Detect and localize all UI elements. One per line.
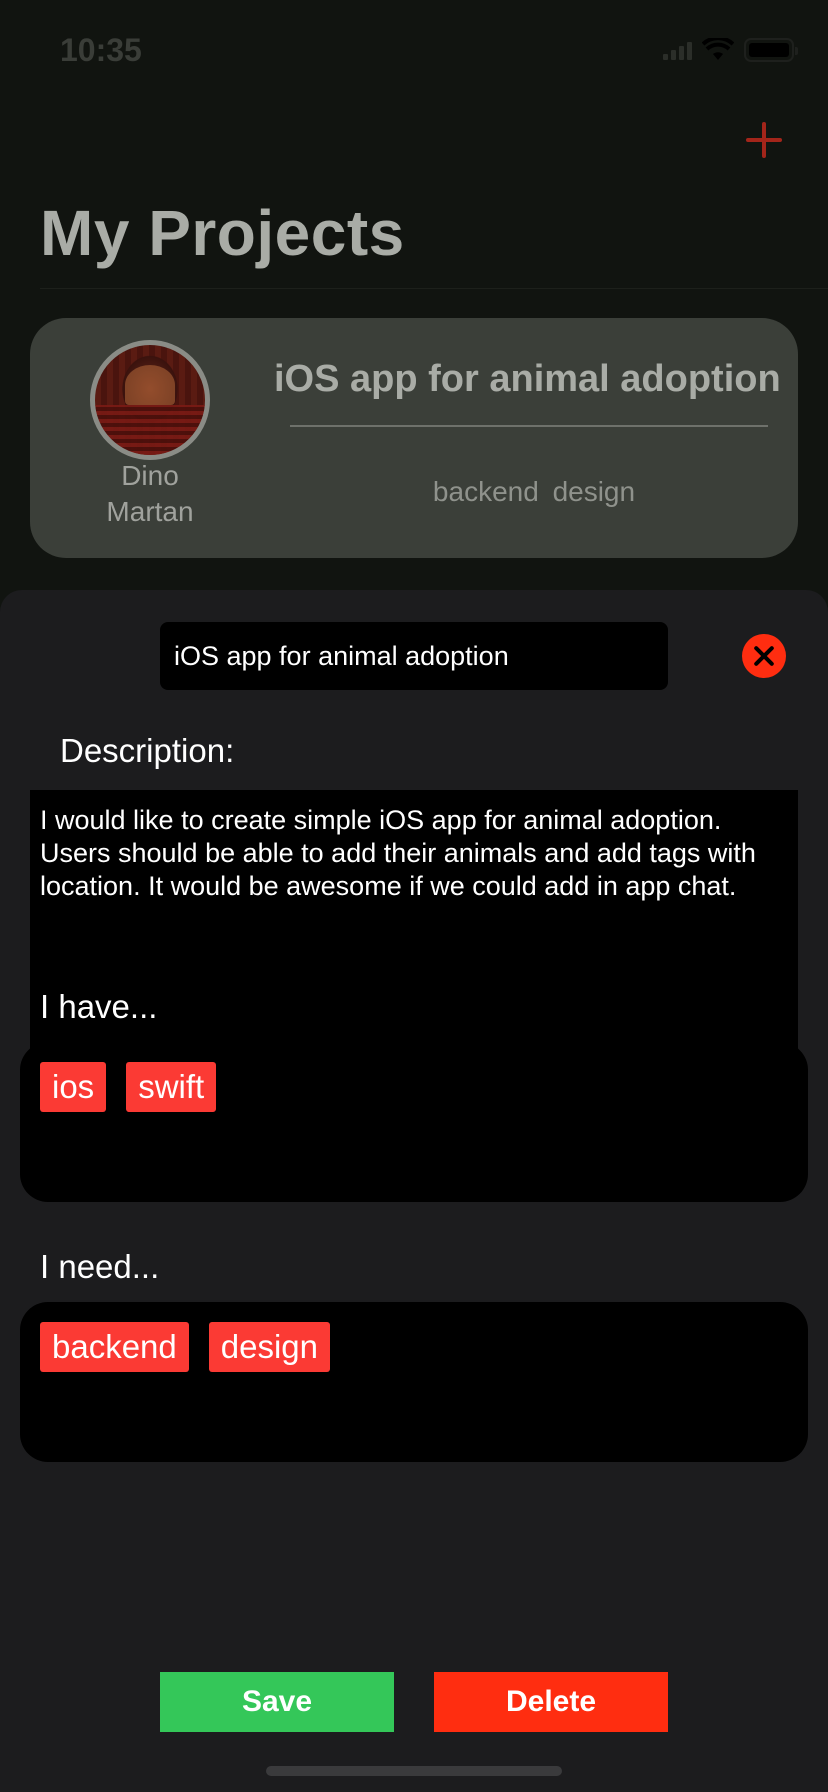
title-divider	[40, 288, 828, 289]
have-tag[interactable]: swift	[126, 1062, 217, 1112]
save-button[interactable]: Save	[160, 1672, 394, 1732]
have-tag[interactable]: ios	[40, 1062, 107, 1112]
delete-button[interactable]: Delete	[434, 1672, 668, 1732]
owner-last-name: Martan	[106, 496, 194, 527]
page-title: My Projects	[40, 197, 405, 269]
owner-name: Dino Martan	[60, 458, 240, 530]
need-tag[interactable]: backend	[40, 1322, 189, 1372]
need-tags-box[interactable]: backend design	[20, 1302, 808, 1462]
description-label: Description:	[60, 732, 235, 769]
cellular-signal-icon	[663, 40, 692, 60]
card-divider	[290, 425, 768, 427]
status-bar: 10:35	[0, 0, 828, 100]
edit-project-sheet: iOS app for animal adoption Description:…	[0, 590, 828, 1792]
have-label: I have...	[40, 988, 158, 1025]
project-name-field[interactable]: iOS app for animal adoption	[160, 622, 668, 690]
wifi-icon	[702, 38, 734, 60]
home-indicator	[266, 1766, 562, 1776]
close-icon[interactable]	[742, 634, 786, 678]
projects-screen: 10:35 My Projects Dino Martan iOS app fo…	[0, 0, 828, 620]
status-icons	[663, 38, 798, 62]
need-tag[interactable]: design	[208, 1322, 331, 1372]
add-project-button[interactable]	[744, 120, 784, 160]
need-label: I need...	[40, 1248, 160, 1285]
avatar	[90, 340, 210, 460]
owner-first-name: Dino	[121, 460, 179, 491]
have-tags-box[interactable]: ios swift	[20, 1042, 808, 1202]
status-time: 10:35	[60, 32, 142, 68]
card-project-title: iOS app for animal adoption	[274, 358, 781, 400]
battery-icon	[744, 38, 798, 62]
project-card[interactable]: Dino Martan iOS app for animal adoption …	[30, 318, 798, 558]
card-tags: backend design	[432, 476, 636, 507]
